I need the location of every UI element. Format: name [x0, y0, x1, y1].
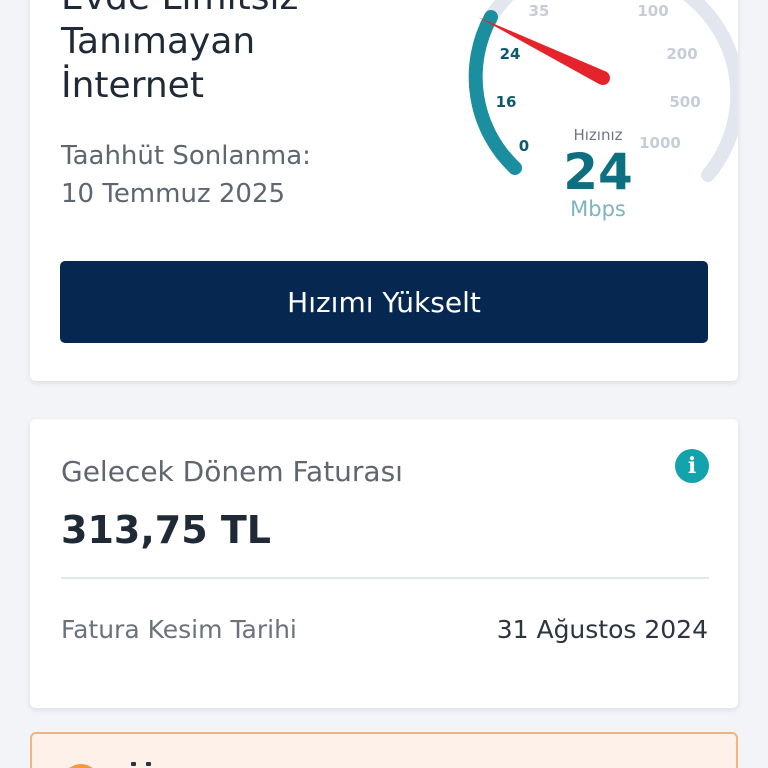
upgrade-speed-button[interactable]: Hızımı Yükselt	[60, 261, 708, 343]
info-icon[interactable]: i	[675, 449, 709, 483]
warning-card[interactable]	[30, 732, 738, 768]
gauge-tick: 24	[500, 45, 521, 63]
current-speed-value: 24	[563, 143, 633, 201]
commitment-label: Taahhüt Sonlanma:	[61, 141, 311, 171]
gauge-tick: 35	[529, 2, 550, 20]
next-bill-label: Gelecek Dönem Faturası	[61, 455, 403, 488]
gauge-tick: 0	[519, 137, 529, 155]
gauge-tick: 16	[496, 93, 517, 111]
speed-unit: Mbps	[570, 197, 626, 221]
gauge-tick: 500	[669, 93, 700, 111]
gauge-needle	[478, 17, 607, 84]
plan-card: Evde Limitsiz Tanımayan İnternet Taahhüt…	[30, 0, 738, 381]
bill-card: Gelecek Dönem Faturası i 313,75 TL Fatur…	[30, 419, 738, 708]
bill-cutoff-date: 31 Ağustos 2024	[496, 615, 708, 644]
gauge-title: Hızınız	[573, 126, 623, 144]
warning-title-fragment	[131, 762, 151, 766]
bill-cutoff-label: Fatura Kesim Tarihi	[61, 615, 297, 644]
plan-title-line-1: Evde Limitsiz	[61, 0, 391, 20]
gauge-tick: 100	[637, 2, 668, 20]
plan-title: Evde Limitsiz Tanımayan İnternet	[61, 0, 391, 108]
gauge-needle-hub	[596, 71, 610, 85]
gauge-tick: 200	[666, 45, 697, 63]
plan-title-line-3: İnternet	[61, 65, 204, 106]
speed-gauge: 35 24 16 0 100 200 500 1000 Hızınız 24 M…	[433, 0, 738, 230]
plan-title-line-2: Tanımayan	[61, 21, 256, 62]
next-bill-amount: 313,75 TL	[61, 508, 272, 552]
warning-icon	[62, 764, 100, 768]
divider	[61, 577, 709, 579]
commitment-date: 10 Temmuz 2025	[61, 179, 286, 209]
